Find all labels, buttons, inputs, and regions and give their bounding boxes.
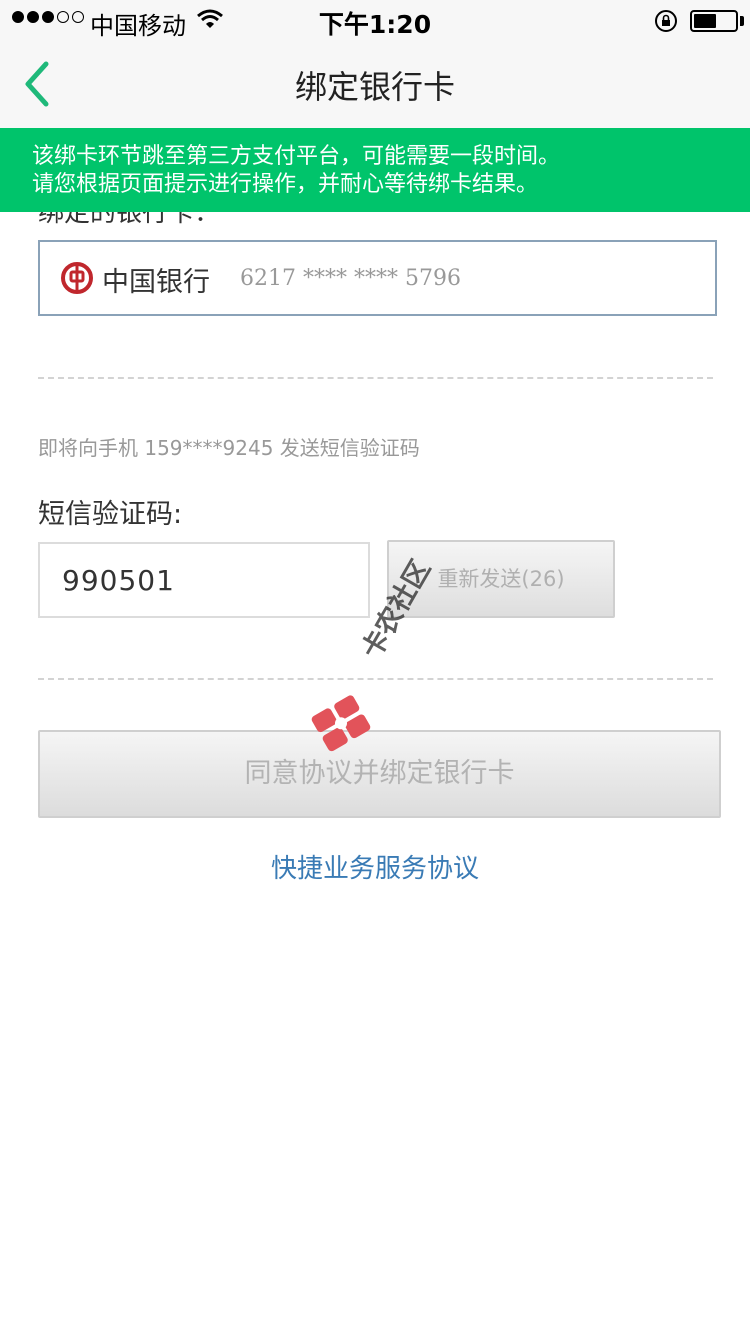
page-title: 绑定银行卡 (294, 68, 455, 106)
notice-line-1: 该绑卡环节跳至第三方支付平台，可能需要一段时间。 (32, 144, 561, 169)
bank-card-display: 中国银行 6217 **** **** 5796 (38, 240, 717, 316)
rotation-lock-icon (654, 9, 678, 39)
resend-code-button[interactable]: 重新发送(26) (387, 540, 615, 618)
bank-name: 中国银行 (102, 267, 210, 298)
clock: 下午1:20 (318, 10, 432, 39)
notice-banner: 该绑卡环节跳至第三方支付平台，可能需要一段时间。 请您根据页面提示进行操作，并耐… (0, 128, 750, 212)
notice-line-2: 请您根据页面提示进行操作，并耐心等待绑卡结果。 (32, 172, 539, 197)
divider (38, 377, 713, 379)
battery-icon (690, 10, 738, 32)
card-number: 6217 **** **** 5796 (240, 266, 461, 291)
service-agreement-link[interactable]: 快捷业务服务协议 (0, 848, 750, 885)
agree-and-bind-button[interactable]: 同意协议并绑定银行卡 (38, 730, 721, 818)
navigation-bar: 绑定银行卡 (0, 40, 750, 128)
sms-code-label: 短信验证码: (38, 499, 183, 530)
divider (38, 678, 713, 680)
sms-code-input[interactable]: 990501 (38, 542, 370, 618)
status-bar: 中国移动 下午1:20 (0, 0, 750, 40)
bank-of-china-logo-icon (61, 262, 93, 294)
sms-hint: 即将向手机 159****9245 发送短信验证码 (38, 436, 420, 460)
